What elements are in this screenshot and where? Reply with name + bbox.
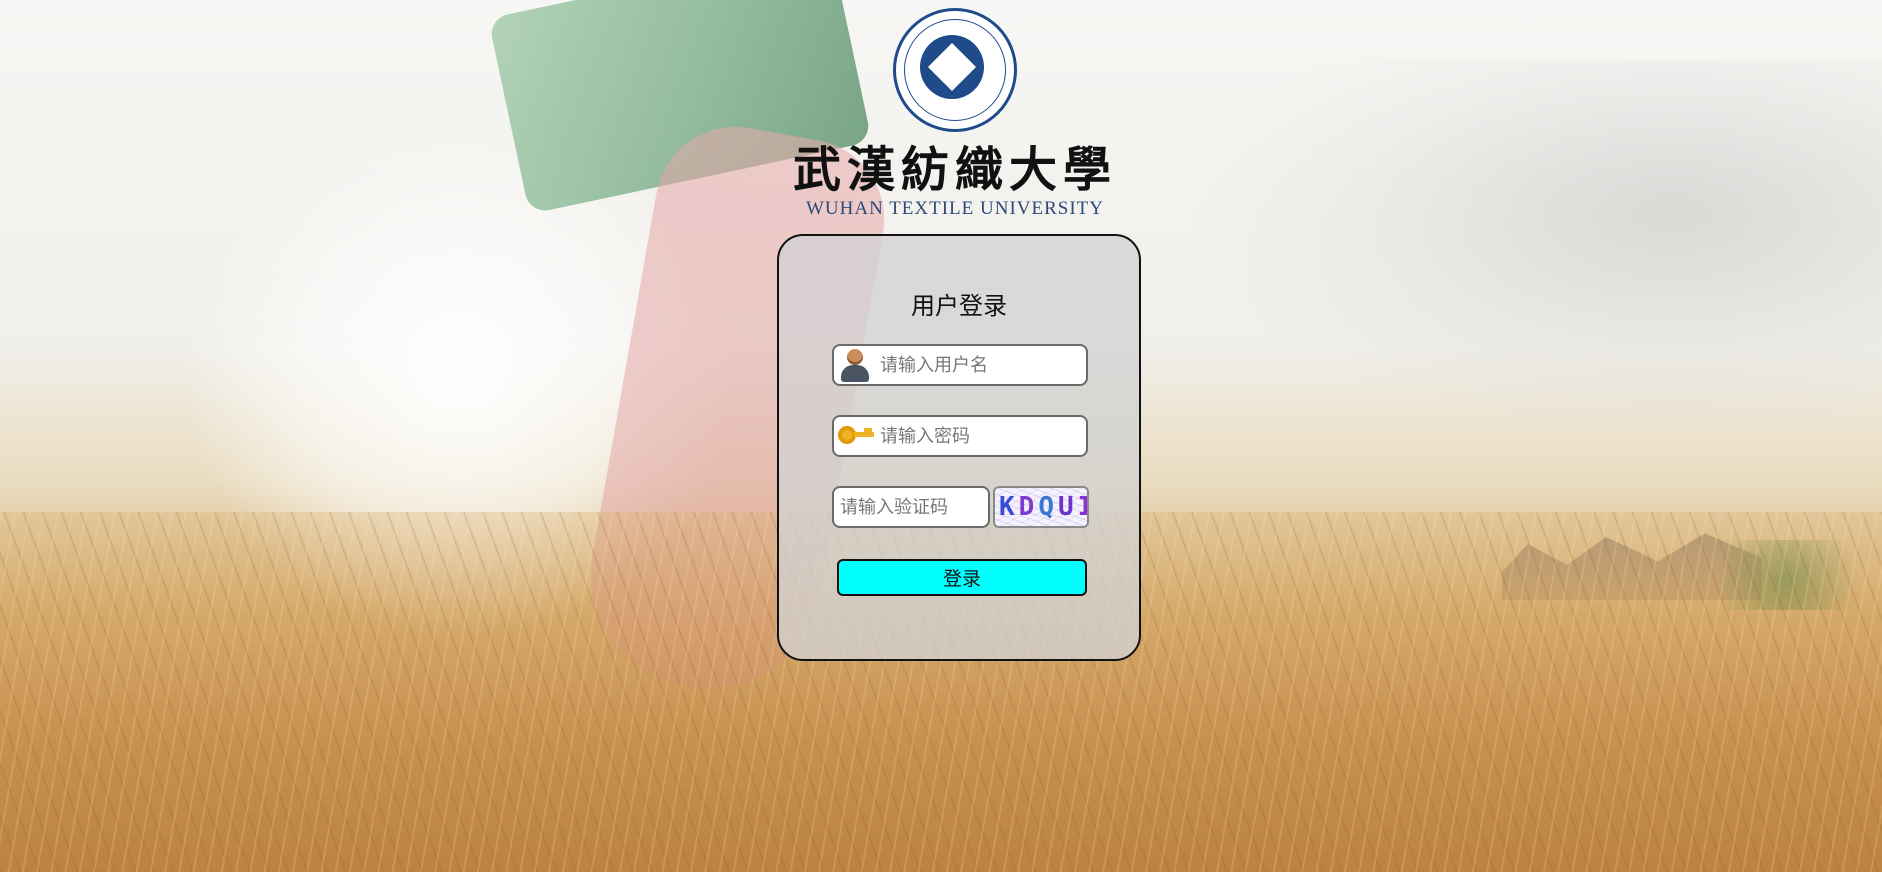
seal-diamond-icon [927, 42, 977, 92]
university-header: 武漢紡織大學 WUHAN TEXTILE UNIVERSITY [790, 8, 1120, 220]
captcha-char: D [1018, 492, 1039, 522]
key-icon [836, 417, 874, 455]
login-panel: 用户登录 K D Q U I 登录 [777, 234, 1141, 661]
login-title: 用户登录 [911, 292, 1007, 320]
captcha-char: U [1057, 492, 1078, 522]
clouds [1182, 60, 1882, 440]
university-name-en: WUHAN TEXTILE UNIVERSITY [805, 198, 1105, 219]
username-field[interactable] [832, 344, 1088, 386]
password-field[interactable] [832, 415, 1088, 457]
captcha-char: Q [1038, 492, 1058, 522]
captcha-char: I [1078, 492, 1087, 522]
university-seal-logo [893, 8, 1017, 132]
captcha-field[interactable] [832, 486, 990, 528]
username-input[interactable] [878, 353, 1082, 377]
captcha-image[interactable]: K D Q U I [993, 486, 1089, 528]
login-button[interactable]: 登录 [837, 559, 1087, 596]
user-icon [836, 346, 874, 384]
password-input[interactable] [878, 424, 1082, 448]
university-name-cn: 武漢紡織大學 [792, 142, 1117, 198]
captcha-char: K [999, 492, 1019, 522]
captcha-input[interactable] [838, 495, 990, 519]
seal-emblem [920, 35, 984, 99]
